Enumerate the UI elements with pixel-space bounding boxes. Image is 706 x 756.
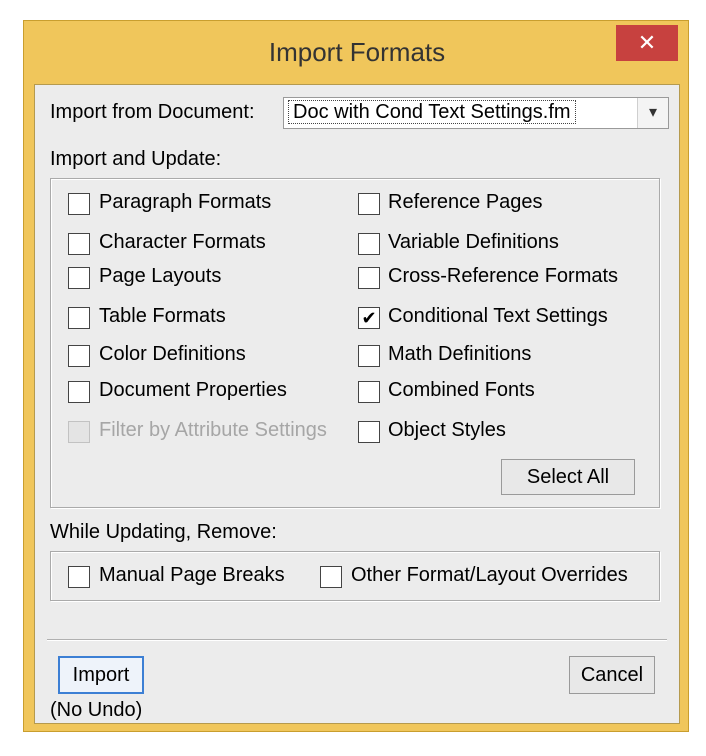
filter-by-attribute-settings-checkbox [68,421,90,443]
document-dropdown[interactable]: Doc with Cond Text Settings.fm ▾ [283,97,669,129]
import-update-group: Paragraph Formats Character Formats Page L… [50,178,660,508]
import-from-label: Import from Document: [50,101,255,123]
document-properties-label: Document Properties [99,379,287,401]
import-button[interactable]: Import [58,656,144,694]
select-all-button[interactable]: Select All [501,459,635,495]
manual-page-breaks-checkbox[interactable] [68,566,90,588]
checkmark-icon: ✔ [361,308,377,328]
variable-definitions-checkbox[interactable] [358,233,380,255]
remove-label: While Updating, Remove: [50,521,277,543]
reference-pages-label: Reference Pages [388,191,543,213]
other-overrides-checkbox[interactable] [320,566,342,588]
paragraph-formats-checkbox[interactable] [68,193,90,215]
separator [47,639,667,641]
table-formats-checkbox[interactable] [68,307,90,329]
variable-definitions-label: Variable Definitions [388,231,559,253]
close-button[interactable]: ✕ [616,25,678,61]
object-styles-label: Object Styles [388,419,506,441]
object-styles-checkbox[interactable] [358,421,380,443]
combined-fonts-checkbox[interactable] [358,381,380,403]
math-definitions-checkbox[interactable] [358,345,380,367]
color-definitions-label: Color Definitions [99,343,246,365]
page-layouts-label: Page Layouts [99,265,222,287]
reference-pages-checkbox[interactable] [358,193,380,215]
close-icon: ✕ [637,30,657,55]
dialog-window: Import Formats ✕ Import from Document: D… [23,20,689,732]
conditional-text-settings-label: Conditional Text Settings [388,305,608,327]
character-formats-checkbox[interactable] [68,233,90,255]
import-update-label: Import and Update: [50,148,222,170]
color-definitions-checkbox[interactable] [68,345,90,367]
math-definitions-label: Math Definitions [388,343,532,365]
filter-by-attribute-settings-label: Filter by Attribute Settings [99,419,327,441]
page-layouts-checkbox[interactable] [68,267,90,289]
no-undo-label: (No Undo) [50,699,143,721]
paragraph-formats-label: Paragraph Formats [99,191,272,213]
remove-group: Manual Page Breaks Other Format/Layout O… [50,551,660,601]
document-properties-checkbox[interactable] [68,381,90,403]
cross-reference-formats-checkbox[interactable] [358,267,380,289]
manual-page-breaks-label: Manual Page Breaks [99,564,285,586]
combined-fonts-label: Combined Fonts [388,379,535,401]
other-overrides-label: Other Format/Layout Overrides [351,564,628,586]
cross-reference-formats-label: Cross-Reference Formats [388,265,619,287]
dialog-title: Import Formats [268,37,446,67]
chevron-down-icon[interactable]: ▾ [637,98,668,128]
cancel-button[interactable]: Cancel [569,656,655,694]
conditional-text-settings-checkbox[interactable]: ✔ [358,307,380,329]
dialog-body: Import from Document: Doc with Cond Text… [34,84,680,724]
table-formats-label: Table Formats [99,305,226,327]
character-formats-label: Character Formats [99,231,266,253]
document-dropdown-value: Doc with Cond Text Settings.fm [288,100,576,124]
